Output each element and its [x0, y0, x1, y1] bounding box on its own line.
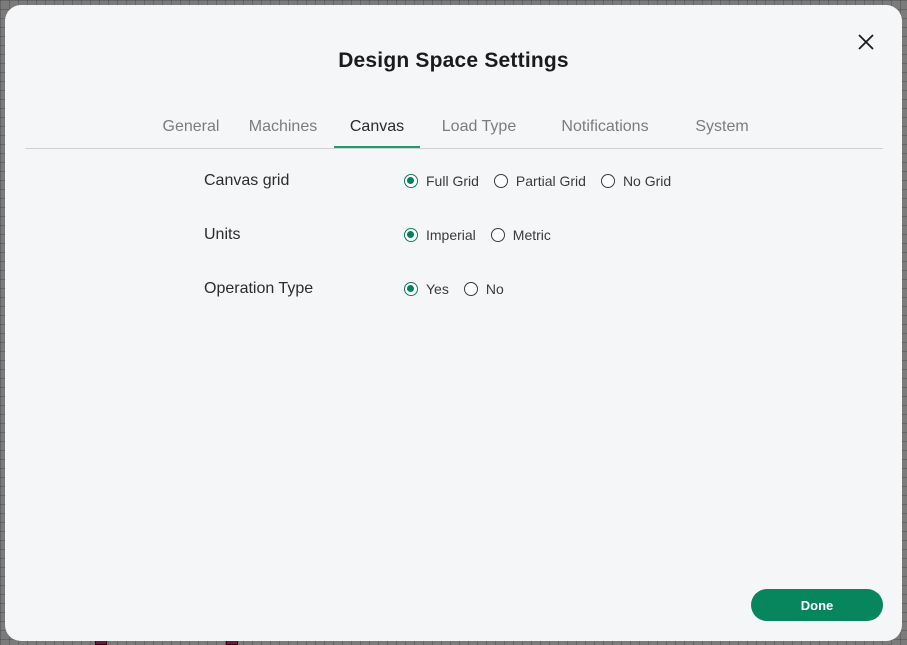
radio-unchecked-icon[interactable]: [493, 174, 508, 188]
setting-label: Units: [204, 226, 241, 243]
dialog-title: Design Space Settings: [338, 49, 569, 72]
radio-partial-grid[interactable]: Partial Grid: [493, 173, 586, 189]
setting-row-units: Units Imperial Metric: [204, 223, 566, 247]
radio-checked-icon[interactable]: [404, 174, 418, 188]
option-label: No: [485, 281, 504, 297]
option-label: Metric: [512, 227, 551, 243]
setting-label: Canvas grid: [204, 172, 290, 189]
radio-metric[interactable]: Metric: [490, 227, 551, 243]
settings-tabs: General Machines Canvas Load Type Notifi…: [25, 109, 883, 149]
radio-checked-icon[interactable]: [404, 282, 418, 296]
radio-unchecked-icon[interactable]: [490, 228, 505, 242]
done-button[interactable]: Done: [751, 589, 883, 621]
radio-yes[interactable]: Yes: [404, 281, 449, 297]
units-radio-group: Imperial Metric: [404, 227, 566, 243]
radio-unchecked-icon[interactable]: [600, 174, 615, 188]
tab-machines[interactable]: Machines: [239, 109, 327, 148]
setting-row-operation-type: Operation Type Yes No: [204, 277, 519, 301]
operation-type-radio-group: Yes No: [404, 281, 519, 297]
setting-label: Operation Type: [204, 280, 314, 297]
radio-checked-icon[interactable]: [404, 228, 418, 242]
setting-row-canvas-grid: Canvas grid Full Grid Partial Grid No Gr…: [204, 169, 686, 193]
radio-no[interactable]: No: [463, 281, 504, 297]
option-label: Imperial: [426, 227, 476, 243]
radio-no-grid[interactable]: No Grid: [600, 173, 672, 189]
settings-dialog: Design Space Settings General Machines C…: [5, 5, 902, 641]
close-button[interactable]: [856, 32, 876, 52]
tab-notifications[interactable]: Notifications: [547, 109, 663, 148]
option-label: No Grid: [622, 173, 672, 189]
radio-imperial[interactable]: Imperial: [404, 227, 476, 243]
tab-system[interactable]: System: [684, 109, 760, 148]
tab-canvas[interactable]: Canvas: [334, 109, 420, 148]
option-label: Partial Grid: [515, 173, 586, 189]
canvas-grid-radio-group: Full Grid Partial Grid No Grid: [404, 173, 686, 189]
radio-unchecked-icon[interactable]: [463, 282, 478, 296]
radio-full-grid[interactable]: Full Grid: [404, 173, 479, 189]
tab-general[interactable]: General: [147, 109, 235, 148]
tab-load-type[interactable]: Load Type: [430, 109, 528, 148]
option-label: Yes: [426, 281, 449, 297]
option-label: Full Grid: [426, 173, 479, 189]
close-icon: [858, 34, 874, 50]
